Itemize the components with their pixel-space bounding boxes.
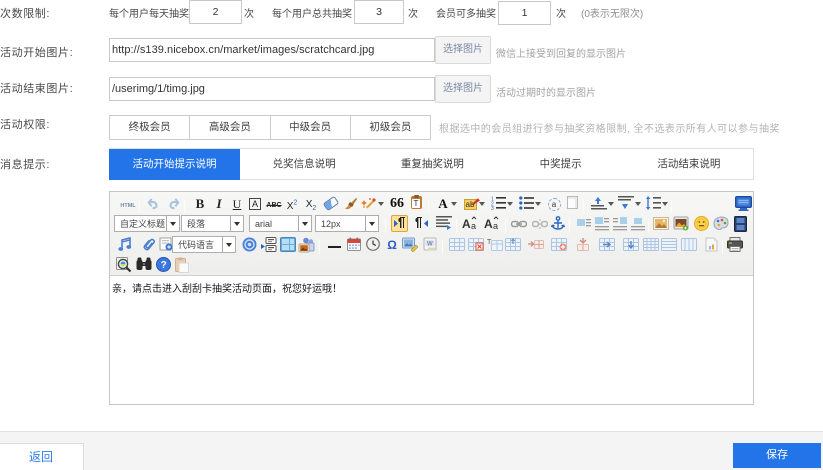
- svg-text:a: a: [471, 221, 476, 230]
- svg-text:a: a: [493, 221, 498, 230]
- svg-text:T: T: [487, 239, 492, 246]
- svg-text:A: A: [484, 217, 493, 230]
- svg-text:W: W: [427, 242, 433, 248]
- svg-text:?: ?: [160, 260, 166, 271]
- svg-text:A: A: [462, 217, 471, 230]
- svg-text:3: 3: [491, 206, 494, 210]
